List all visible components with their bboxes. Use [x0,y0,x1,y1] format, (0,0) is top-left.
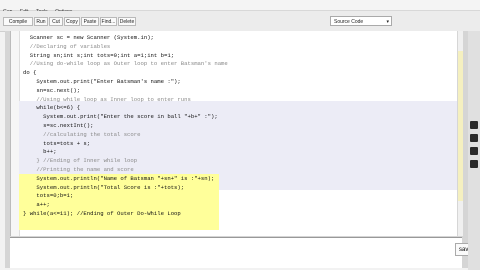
code-line[interactable]: } while(a<=11); //Ending of Outer Do-Whi… [23,210,181,218]
code-line[interactable]: s=sc.nextInt(); [23,122,93,130]
toolbar: Compile Run Cut Copy Paste Find... Delet… [0,11,480,32]
code-comment-line[interactable]: //Using do-while loop as Outer loop to e… [23,60,228,68]
code-line[interactable]: do { [23,69,36,77]
code-comment-line[interactable]: //Using while loop as Inner loop to ente… [23,96,190,104]
code-line[interactable]: sn=sc.next(); [23,87,80,95]
menu-bar: Gen Edit Tools Options [0,0,480,15]
compile-button[interactable]: Compile [3,17,33,26]
image-icon[interactable] [470,134,478,142]
code-line[interactable]: b++; [23,148,56,156]
code-line[interactable]: while(b<=6) { [23,104,80,112]
message-pane [10,237,462,268]
copy-button[interactable]: Copy [64,17,80,26]
find-button[interactable]: Find... [100,17,117,26]
run-button[interactable]: Run [34,17,48,26]
code-editor[interactable]: Scanner sc = new Scanner (System.in); //… [10,31,463,236]
cut-button[interactable]: Cut [49,17,63,26]
chevron-down-icon: ▾ [386,19,389,25]
code-comment-line[interactable]: //calculating the total score [23,131,140,139]
camera-icon[interactable] [470,121,478,129]
right-tool-strip [468,31,480,270]
editor-scrollbar[interactable] [457,31,463,236]
code-line[interactable]: System.out.print("Enter Batsman's name :… [23,78,180,86]
delete-button[interactable]: Delete [118,17,136,26]
code-comment-line[interactable]: } //Ending of Inner while loop [23,157,137,165]
view-mode-select[interactable]: Source Code ▾ [330,16,392,26]
code-line[interactable]: tots=tots + s; [23,140,90,148]
code-line[interactable]: String sn;int s;int tots=0;int a=1;int b… [23,52,174,60]
paste-button[interactable]: Paste [81,17,99,26]
view-mode-value: Source Code [334,19,364,25]
settings-icon[interactable] [470,160,478,168]
code-line[interactable]: System.out.println("Total Score is :"+to… [23,184,184,192]
code-line[interactable]: System.out.print("Enter the score in bal… [23,113,218,121]
code-comment-line[interactable]: //Declaring of variables [23,43,111,51]
code-line[interactable]: Scanner sc = new Scanner (System.in); [23,34,154,42]
code-comment-line[interactable]: //Printing the name and score [23,166,133,174]
code-line[interactable]: a++; [23,201,49,209]
scrollbar-thumb[interactable] [458,51,463,201]
code-line[interactable]: System.out.println("Name of Batsman "+sn… [23,175,214,183]
pencil-icon[interactable] [470,147,478,155]
code-line[interactable]: tots=0;b=1; [23,192,73,200]
